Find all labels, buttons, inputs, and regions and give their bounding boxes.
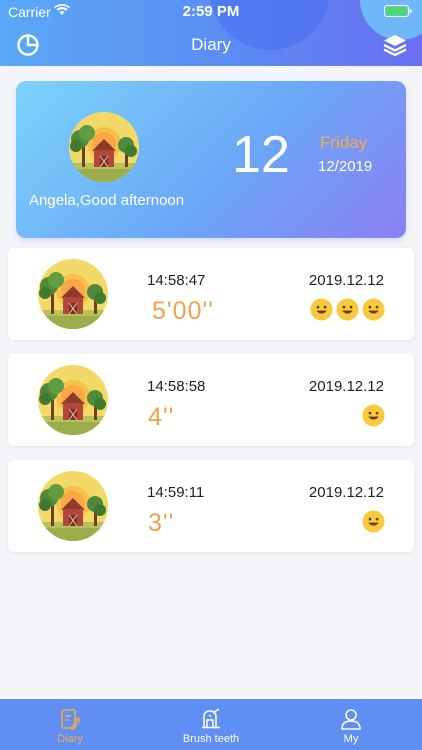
today-card: Angela,Good afternoon 12 Friday 12/2019 xyxy=(16,81,406,238)
tab-label: Diary xyxy=(57,733,83,745)
tab-bar: Diary Brush teeth My xyxy=(0,699,422,750)
user-icon xyxy=(341,709,361,730)
diary-entry[interactable]: 14:58:58 2019.12.12 4'' xyxy=(8,354,414,446)
page-title: Diary xyxy=(191,35,231,54)
diary-entry[interactable]: 14:58:47 2019.12.12 5'00'' xyxy=(8,248,414,340)
tab-diary[interactable]: Diary xyxy=(30,699,110,750)
entry-duration: 3'' xyxy=(148,509,175,537)
greeting-text: Angela,Good afternoon xyxy=(29,192,185,209)
tab-label: My xyxy=(343,733,359,745)
farm-avatar xyxy=(68,111,140,183)
tab-brush-teeth[interactable]: Brush teeth xyxy=(171,699,251,750)
smiley-icon xyxy=(310,298,333,321)
smiley-icon xyxy=(362,298,385,321)
entry-duration: 5'00'' xyxy=(152,297,215,325)
day-number: 12 xyxy=(232,126,290,184)
weekday-label: Friday xyxy=(320,133,368,152)
smiley-icon xyxy=(362,404,385,427)
diary-icon xyxy=(61,709,81,730)
farm-avatar xyxy=(37,364,109,436)
entry-time: 14:58:58 xyxy=(147,378,206,395)
farm-avatar xyxy=(37,470,109,542)
entry-time: 14:58:47 xyxy=(147,272,206,289)
farm-avatar xyxy=(37,258,109,330)
battery-icon xyxy=(384,5,412,17)
smiley-rating xyxy=(362,510,385,533)
brush-teeth-icon xyxy=(202,708,220,729)
smiley-rating xyxy=(310,298,385,321)
diary-entry[interactable]: 14:59:11 2019.12.12 3'' xyxy=(8,460,414,552)
entry-duration: 4'' xyxy=(148,403,175,431)
tab-label: Brush teeth xyxy=(182,733,240,745)
entry-date: 2019.12.12 xyxy=(308,378,384,395)
entry-date: 2019.12.12 xyxy=(308,272,384,289)
smiley-icon xyxy=(362,510,385,533)
smiley-rating xyxy=(362,404,385,427)
layers-icon[interactable] xyxy=(382,32,408,58)
month-year-label: 12/2019 xyxy=(318,158,373,175)
entry-date: 2019.12.12 xyxy=(308,484,384,501)
status-time: 2:59 PM xyxy=(182,3,240,20)
smiley-icon xyxy=(336,298,359,321)
tab-my[interactable]: My xyxy=(311,699,391,750)
status-bar: Carrier 2:59 PM xyxy=(0,0,422,22)
entry-time: 14:59:11 xyxy=(147,484,205,501)
header: Carrier 2:59 PM Diary xyxy=(0,0,422,66)
